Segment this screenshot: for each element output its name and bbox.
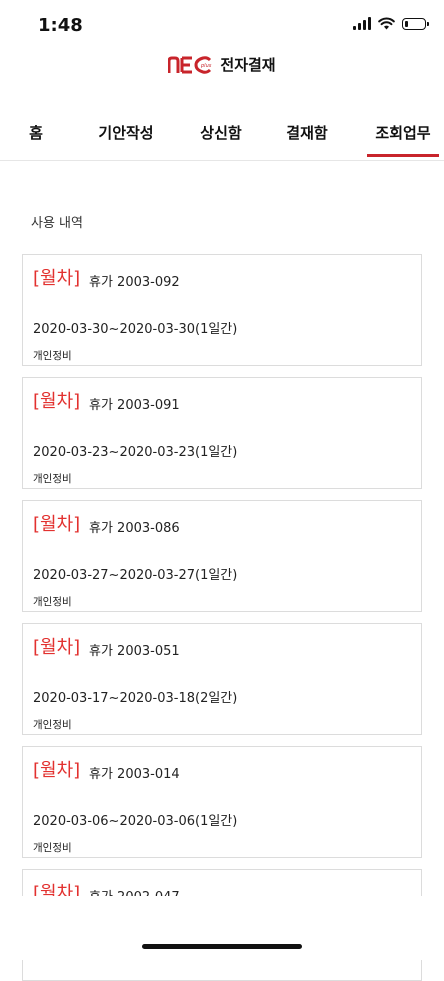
tab-approval-box-label: 결재함 [286,123,328,142]
tab-home[interactable]: 홈 [14,104,58,160]
tab-inquiry[interactable]: 조회업무 [367,104,439,160]
app-title: 전자결재 [220,56,276,74]
status-bar: 1:48 [0,0,444,50]
document-number: 휴가 2003-051 [89,644,180,659]
tab-draft-label: 기안작성 [98,123,154,142]
bottom-safe-area [0,896,444,960]
leave-period: 2020-03-27~2020-03-27(1일간) [33,568,238,583]
battery-level [405,20,408,27]
leave-reason: 개인정비 [33,350,72,362]
main-tab-bar: 홈 기안작성 상신함 결재함 조회업무 [0,104,444,161]
cellular-signal-icon [353,17,371,30]
leave-period: 2020-03-23~2020-03-23(1일간) [33,445,238,460]
record-card[interactable]: [월차] 휴가 2003-086 2020-03-27~2020-03-27(1… [22,500,422,612]
battery-icon [402,17,429,30]
tab-draft[interactable]: 기안작성 [90,104,162,160]
tab-inquiry-label: 조회업무 [375,123,431,142]
document-number: 휴가 2003-092 [89,275,180,290]
leave-reason: 개인정비 [33,596,72,608]
leave-type-badge: [월차] [33,268,81,289]
leave-type-badge: [월차] [33,514,81,535]
status-icons [353,17,429,30]
record-card[interactable]: [월차] 휴가 2003-014 2020-03-06~2020-03-06(1… [22,746,422,858]
record-card[interactable]: [월차] 휴가 2003-091 2020-03-23~2020-03-23(1… [22,377,422,489]
tab-outbox[interactable]: 상신함 [193,104,249,160]
record-card[interactable]: [월차] 휴가 2003-051 2020-03-17~2020-03-18(2… [22,623,422,735]
svg-text:plus: plus [200,63,212,69]
status-time: 1:48 [38,15,83,36]
app-header: plus 전자결재 [0,54,444,75]
tab-home-label: 홈 [29,123,43,142]
document-number: 휴가 2003-086 [89,521,180,536]
tab-approval-box[interactable]: 결재함 [279,104,335,160]
record-card[interactable]: [월차] 휴가 2003-092 2020-03-30~2020-03-30(1… [22,254,422,366]
section-title: 사용 내역 [31,216,83,231]
leave-type-badge: [월차] [33,391,81,412]
tab-outbox-label: 상신함 [200,123,242,142]
leave-period: 2020-03-06~2020-03-06(1일간) [33,814,238,829]
leave-reason: 개인정비 [33,473,72,485]
leave-reason: 개인정비 [33,719,72,731]
document-number: 휴가 2003-091 [89,398,180,413]
document-number: 휴가 2003-014 [89,767,180,782]
leave-period: 2020-03-17~2020-03-18(2일간) [33,691,238,706]
wifi-icon [378,17,395,30]
leave-type-badge: [월차] [33,637,81,658]
leave-reason: 개인정비 [33,842,72,854]
home-indicator[interactable] [142,944,302,949]
nec-logo: plus [168,55,212,74]
leave-period: 2020-03-30~2020-03-30(1일간) [33,322,238,337]
leave-type-badge: [월차] [33,760,81,781]
